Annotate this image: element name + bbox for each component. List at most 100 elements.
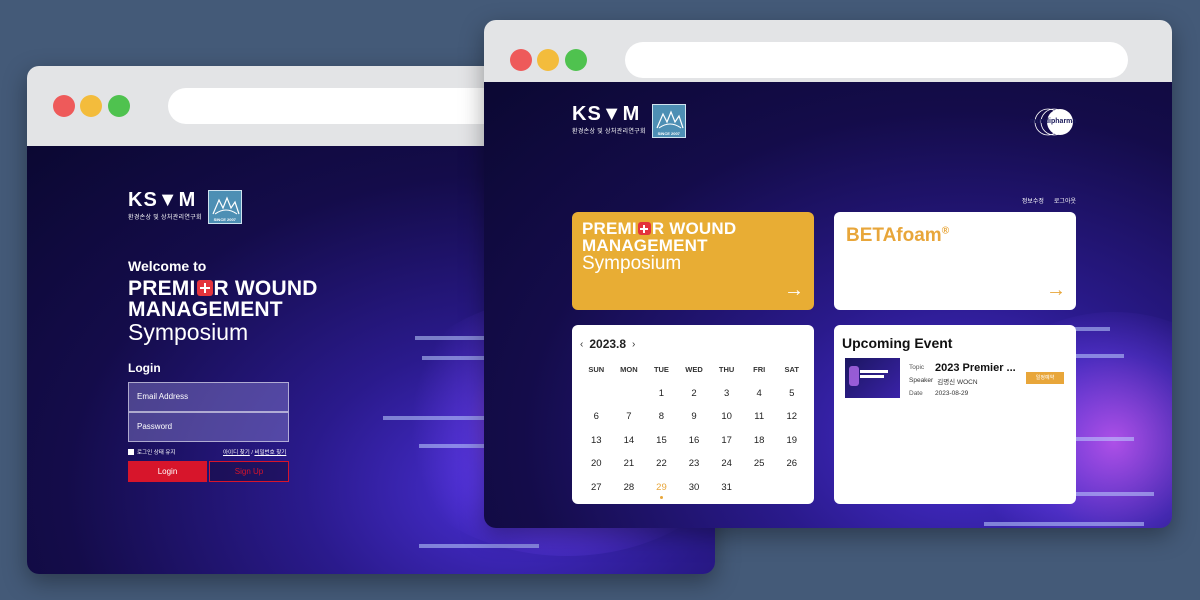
calendar-day[interactable]: 20	[580, 458, 613, 469]
weekday-label: SAT	[784, 365, 799, 375]
calendar-week: 13 14 15 16 17 18 19	[580, 429, 808, 453]
weekday-label: FRI	[753, 365, 766, 375]
next-month-icon[interactable]: ›	[632, 339, 635, 350]
prev-month-icon[interactable]: ‹	[580, 339, 583, 350]
decor-bar	[984, 522, 1144, 526]
calendar-day[interactable]: 12	[775, 411, 808, 422]
thumbnail-graphic	[860, 370, 888, 373]
calendar-day[interactable]: 4	[743, 388, 776, 399]
betafoam-card[interactable]: BETAfoam® →	[834, 212, 1076, 310]
minimize-window-button[interactable]	[80, 95, 102, 117]
event-date: 2023-08-29	[935, 390, 969, 397]
find-id-link[interactable]: 아이디 찾기	[223, 450, 250, 456]
calendar-week: 27 28 29 30 31	[580, 476, 808, 500]
calendar-day[interactable]: 31	[710, 482, 743, 493]
remember-login[interactable]: 로그인 상태 유지	[128, 448, 175, 456]
calendar-day[interactable]: 28	[613, 482, 646, 493]
weekday-label: THU	[718, 365, 735, 375]
mundipharma-logo: mundipharma	[1030, 107, 1076, 137]
calendar-day[interactable]: 1	[645, 388, 678, 399]
logo-wordmark: KS▼M	[572, 103, 641, 125]
calendar-day[interactable]: 9	[678, 411, 711, 422]
logo-subtitle: 환경손상 및 상처관리연구회	[572, 129, 646, 135]
calendar-day[interactable]: 18	[743, 435, 776, 446]
calendar-day[interactable]: 13	[580, 435, 613, 446]
calendar-day[interactable]: 30	[678, 482, 711, 493]
upcoming-event-title: Upcoming Event	[842, 335, 953, 351]
calendar-day[interactable]: 3	[710, 388, 743, 399]
calendar-day[interactable]: 24	[710, 458, 743, 469]
thumbnail-graphic	[849, 366, 859, 386]
calendar-day[interactable]: 10	[710, 411, 743, 422]
calendar-day[interactable]: 14	[613, 435, 646, 446]
card-title-line-2: MANAGEMENT	[582, 236, 708, 255]
calendar-day[interactable]: 19	[775, 435, 808, 446]
calendar-grid: SUN MON TUE WED THU FRI SAT 1 2 3 4 5 6 7 8 9 10 11 12 13 14…	[580, 358, 808, 499]
close-window-button[interactable]	[510, 49, 532, 71]
arrow-right-icon: →	[784, 279, 804, 301]
event-thumbnail[interactable]	[845, 358, 900, 398]
logout-link[interactable]: 로그아웃	[1054, 196, 1076, 205]
calendar-day[interactable]: 7	[613, 411, 646, 422]
calendar-day[interactable]: 21	[613, 458, 646, 469]
calendar-day[interactable]: 25	[743, 458, 776, 469]
browser-chrome	[484, 20, 1172, 82]
login-heading: Login	[128, 361, 161, 375]
ksowm-logo: KS▼M 환경손상 및 상처관리연구회 SINCE 2007	[128, 190, 242, 224]
calendar-header: ‹ 2023.8 ›	[580, 337, 635, 351]
reserve-button[interactable]: 일정예약	[1026, 372, 1064, 384]
registered-mark: ®	[941, 225, 950, 237]
event-speaker: 김명신 WOCN	[937, 378, 978, 386]
maximize-window-button[interactable]	[108, 95, 130, 117]
welcome-text: Welcome to	[128, 258, 207, 274]
date-label: Date	[909, 390, 923, 397]
close-window-button[interactable]	[53, 95, 75, 117]
calendar-day[interactable]: 26	[775, 458, 808, 469]
calendar-day[interactable]: 11	[743, 411, 776, 422]
logo-badge-text: SINCE 2007	[657, 131, 680, 136]
calendar-day[interactable]: 17	[710, 435, 743, 446]
brand-name: mundipharma	[1030, 118, 1077, 125]
calendar-day[interactable]: 6	[580, 411, 613, 422]
swiss-cross-icon	[196, 280, 213, 296]
calendar-month: 2023.8	[589, 337, 627, 351]
calendar-day[interactable]: 16	[678, 435, 711, 446]
calendar-day[interactable]: 27	[580, 482, 613, 493]
calendar-day[interactable]: 8	[645, 411, 678, 422]
decor-bar	[419, 544, 539, 548]
dashboard-page: KS▼M 환경손상 및 상처관리연구회 SINCE 2007 mundiphar…	[484, 82, 1172, 528]
symposium-title: PREMI R WOUND MANAGEMENT Symposium	[128, 278, 318, 344]
minimize-window-button[interactable]	[537, 49, 559, 71]
calendar-day[interactable]: 5	[775, 388, 808, 399]
weekday-label: TUE	[653, 365, 669, 375]
calendar-day[interactable]: 22	[645, 458, 678, 469]
betafoam-name: BETAfoam	[846, 225, 942, 246]
calendar-day[interactable]: 2	[678, 388, 711, 399]
dashboard-browser-window: KS▼M 환경손상 및 상처관리연구회 SINCE 2007 mundiphar…	[484, 20, 1172, 528]
calendar-day[interactable]: 23	[678, 458, 711, 469]
logo-wordmark: KS▼M	[128, 189, 197, 211]
signup-button[interactable]: Sign Up	[209, 461, 289, 482]
symposium-card[interactable]: PREMI R WOUND MANAGEMENT Symposium →	[572, 212, 814, 310]
edit-profile-link[interactable]: 정보수정	[1022, 196, 1044, 205]
title-line-2: MANAGEMENT	[128, 298, 283, 321]
weekday-label: WED	[685, 365, 703, 375]
title-line-1a: PREMI	[128, 277, 196, 300]
login-button[interactable]: Login	[128, 461, 207, 482]
weekday-label: SUN	[588, 365, 605, 375]
remember-label: 로그인 상태 유지	[137, 450, 176, 456]
calendar-day[interactable]: 15	[645, 435, 678, 446]
find-password-link[interactable]: 비밀번호 찾기	[254, 450, 286, 456]
swiss-cross-icon	[637, 222, 651, 235]
address-bar[interactable]	[625, 42, 1128, 78]
calendar-week: 12345	[580, 382, 808, 406]
remember-checkbox[interactable]	[128, 449, 134, 455]
maximize-window-button[interactable]	[565, 49, 587, 71]
ksowm-logo: KS▼M 환경손상 및 상처관리연구회 SINCE 2007	[572, 104, 686, 138]
calendar-day[interactable]: 29	[645, 482, 678, 499]
topic-label: Topic	[909, 364, 925, 371]
thumbnail-graphic	[860, 375, 884, 378]
password-field[interactable]: Password	[128, 412, 289, 442]
card-title-line-3: Symposium	[582, 253, 682, 274]
email-field[interactable]: Email Address	[128, 382, 289, 412]
